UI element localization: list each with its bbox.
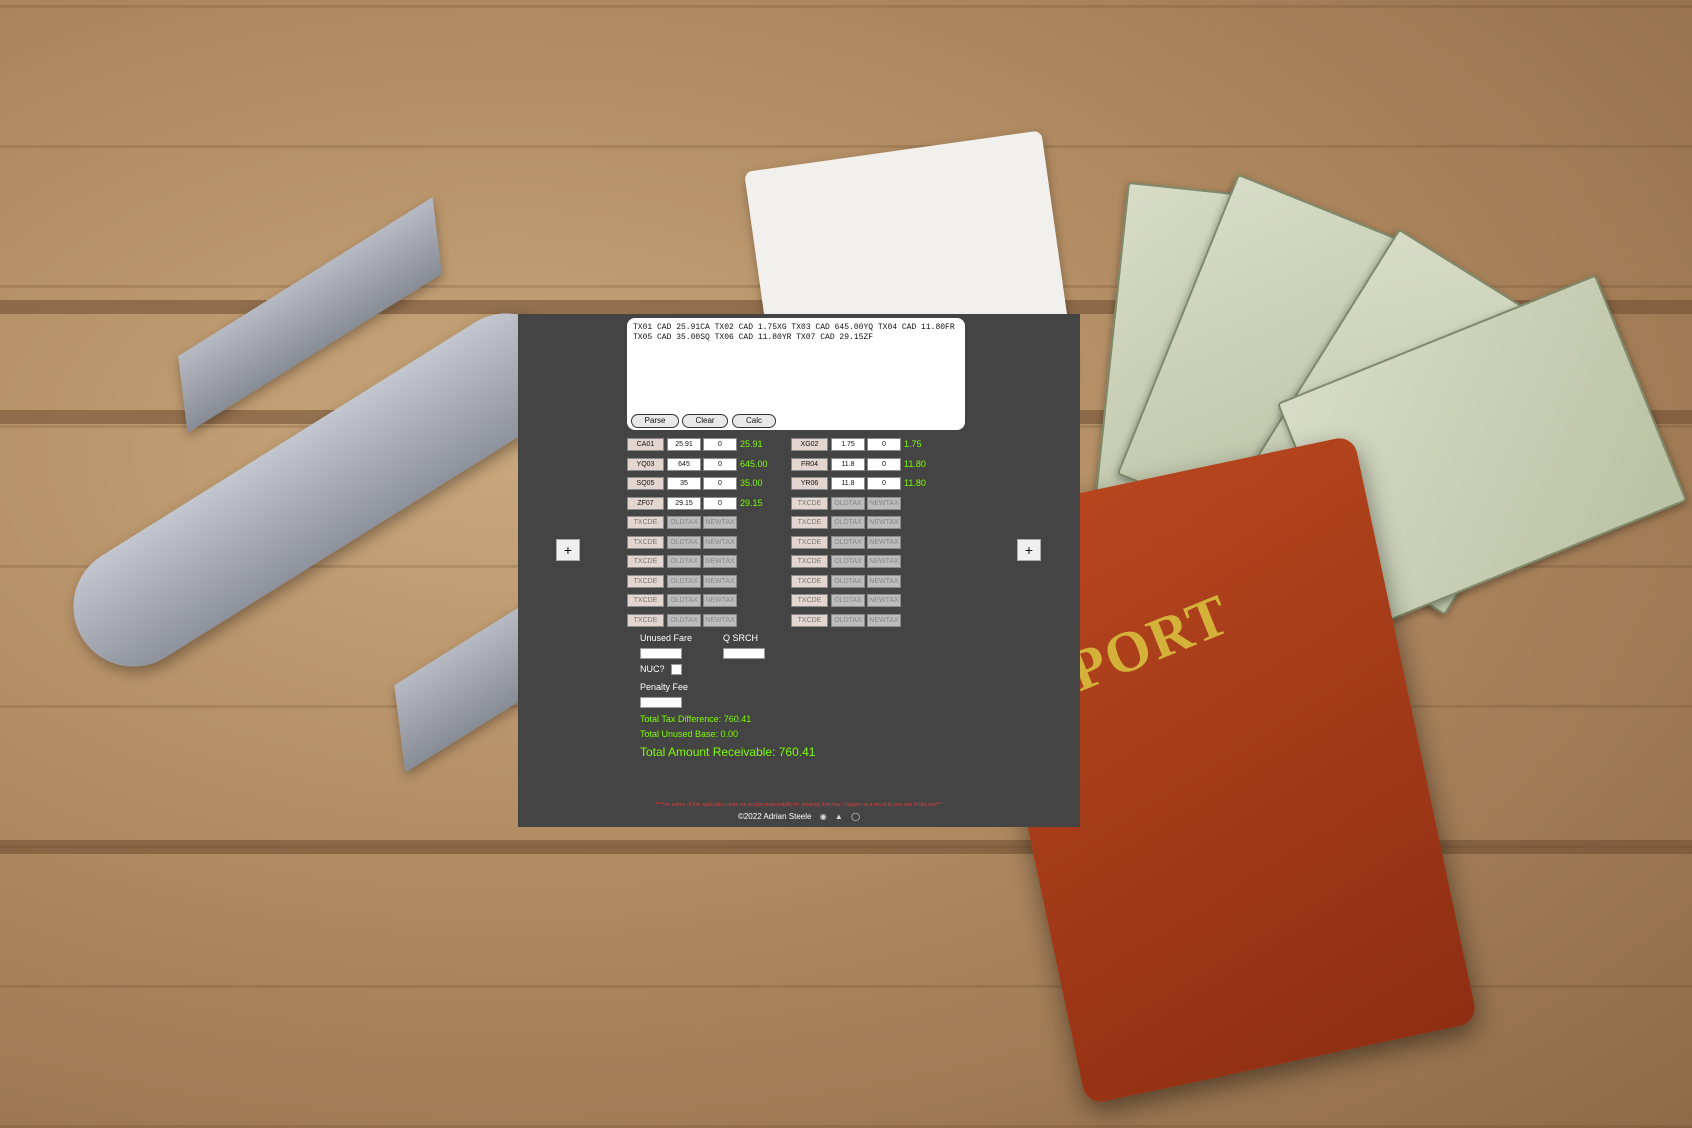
tax-calculator-panel: TX01 CAD 25.91CA TX02 CAD 1.75XG TX03 CA… xyxy=(518,314,1080,827)
new-tax-input[interactable]: 0 xyxy=(703,438,737,451)
new-tax-input[interactable]: NEWTAX xyxy=(867,574,901,588)
old-tax-input[interactable]: 25.91 xyxy=(667,438,701,451)
tax-code-button[interactable]: SQ05 xyxy=(627,477,664,490)
clear-button[interactable]: Clear xyxy=(682,414,728,428)
new-tax-input[interactable]: NEWTAX xyxy=(867,516,901,529)
tax-input-textarea[interactable]: TX01 CAD 25.91CA TX02 CAD 1.75XG TX03 CA… xyxy=(627,318,965,430)
new-tax-input[interactable]: 0 xyxy=(867,477,901,490)
total-amount-receivable: Total Amount Receivable: 760.41 xyxy=(640,745,816,759)
tax-difference-value: 1.75 xyxy=(904,439,922,449)
old-tax-input[interactable]: OLDTAX xyxy=(831,496,865,510)
unused-fare-input[interactable] xyxy=(640,648,682,659)
tax-difference-value: 29.15 xyxy=(740,497,763,508)
tax-code-button[interactable]: FR04 xyxy=(791,457,828,471)
parse-button[interactable]: Parse xyxy=(631,414,679,428)
new-tax-input[interactable]: NEWTAX xyxy=(867,594,901,607)
old-tax-input[interactable]: OLDTAX xyxy=(667,555,701,568)
tax-code-button[interactable]: XG02 xyxy=(791,438,828,451)
new-tax-input[interactable]: 0 xyxy=(867,438,901,451)
coffee-icon[interactable]: ◯ xyxy=(851,812,860,821)
old-tax-input[interactable]: OLDTAX xyxy=(831,555,865,568)
nuc-label: NUC? xyxy=(640,664,665,674)
calc-button[interactable]: Calc xyxy=(732,414,776,428)
old-tax-input[interactable]: 35 xyxy=(667,477,701,490)
old-tax-input[interactable]: OLDTAX xyxy=(831,613,865,627)
new-tax-input[interactable]: NEWTAX xyxy=(867,613,901,627)
tax-difference-value: 11.80 xyxy=(904,478,926,488)
tax-code-button[interactable]: TXCDE xyxy=(627,535,664,549)
old-tax-input[interactable]: OLDTAX xyxy=(831,574,865,588)
new-tax-input[interactable]: NEWTAX xyxy=(867,496,901,510)
footer: ©2022 Adrian Steele ◉ ▲ ◯ xyxy=(518,812,1080,821)
old-tax-input[interactable]: 1.75 xyxy=(831,438,865,451)
new-tax-input[interactable]: 0 xyxy=(703,477,737,490)
old-tax-input[interactable]: OLDTAX xyxy=(667,574,701,588)
old-tax-input[interactable]: 29.15 xyxy=(667,496,701,510)
old-tax-input[interactable]: OLDTAX xyxy=(667,516,701,529)
old-tax-input[interactable]: 645 xyxy=(667,457,701,471)
new-tax-input[interactable]: NEWTAX xyxy=(703,555,737,568)
tax-difference-value: 35.00 xyxy=(740,478,763,488)
tax-code-button[interactable]: TXCDE xyxy=(791,535,828,549)
tax-difference-value: 25.91 xyxy=(740,439,763,449)
old-tax-input[interactable]: 11.8 xyxy=(831,477,865,490)
tax-code-button[interactable]: TXCDE xyxy=(791,574,828,588)
tax-difference-value: 645.00 xyxy=(740,458,768,469)
new-tax-input[interactable]: NEWTAX xyxy=(703,535,737,549)
old-tax-input[interactable]: OLDTAX xyxy=(831,535,865,549)
tax-code-button[interactable]: YQ03 xyxy=(627,457,664,471)
old-tax-input[interactable]: OLDTAX xyxy=(831,516,865,529)
unused-fare-label: Unused Fare xyxy=(640,633,693,643)
tax-code-button[interactable]: CA01 xyxy=(627,438,664,451)
tax-code-button[interactable]: TXCDE xyxy=(791,516,828,529)
old-tax-input[interactable]: 11.8 xyxy=(831,457,865,471)
add-left-row-button[interactable]: + xyxy=(556,539,580,561)
old-tax-input[interactable]: OLDTAX xyxy=(667,594,701,607)
old-tax-input[interactable]: OLDTAX xyxy=(667,613,701,627)
copyright-text: ©2022 Adrian Steele xyxy=(737,812,812,821)
new-tax-input[interactable]: 0 xyxy=(703,457,737,471)
old-tax-input[interactable]: OLDTAX xyxy=(667,535,701,549)
tax-code-button[interactable]: TXCDE xyxy=(627,516,664,529)
new-tax-input[interactable]: 0 xyxy=(703,496,737,510)
q-srch-input[interactable] xyxy=(723,648,765,659)
q-srch-label: Q SRCH xyxy=(723,633,759,643)
total-unused-base: Total Unused Base: 0.00 xyxy=(640,729,739,739)
tax-code-button[interactable]: ZF07 xyxy=(627,496,664,510)
old-tax-input[interactable]: OLDTAX xyxy=(831,594,865,607)
tax-code-button[interactable]: TXCDE xyxy=(791,613,828,627)
penalty-fee-input[interactable] xyxy=(640,697,682,708)
new-tax-input[interactable]: NEWTAX xyxy=(703,516,737,529)
new-tax-input[interactable]: NEWTAX xyxy=(703,594,737,607)
total-tax-difference: Total Tax Difference: 760.41 xyxy=(640,714,752,724)
new-tax-input[interactable]: 0 xyxy=(867,457,901,471)
tax-code-button[interactable]: TXCDE xyxy=(791,555,828,568)
github-icon[interactable]: ◉ xyxy=(820,812,827,821)
flame-icon[interactable]: ▲ xyxy=(835,812,843,821)
tax-code-button[interactable]: TXCDE xyxy=(627,574,664,588)
new-tax-input[interactable]: NEWTAX xyxy=(867,535,901,549)
new-tax-input[interactable]: NEWTAX xyxy=(703,574,737,588)
penalty-fee-label: Penalty Fee xyxy=(640,682,689,692)
tax-code-button[interactable]: TXCDE xyxy=(791,496,828,510)
tax-code-button[interactable]: TXCDE xyxy=(627,555,664,568)
add-right-row-button[interactable]: + xyxy=(1017,539,1041,561)
tax-code-button[interactable]: TXCDE xyxy=(627,594,664,607)
tax-code-button[interactable]: TXCDE xyxy=(627,613,664,627)
tax-difference-value: 11.80 xyxy=(904,458,926,469)
nuc-checkbox[interactable] xyxy=(671,664,682,675)
disclaimer-text: ***The author of this application does n… xyxy=(655,802,943,808)
tax-code-button[interactable]: TXCDE xyxy=(791,594,828,607)
new-tax-input[interactable]: NEWTAX xyxy=(703,613,737,627)
new-tax-input[interactable]: NEWTAX xyxy=(867,555,901,568)
tax-code-button[interactable]: YR06 xyxy=(791,477,828,490)
